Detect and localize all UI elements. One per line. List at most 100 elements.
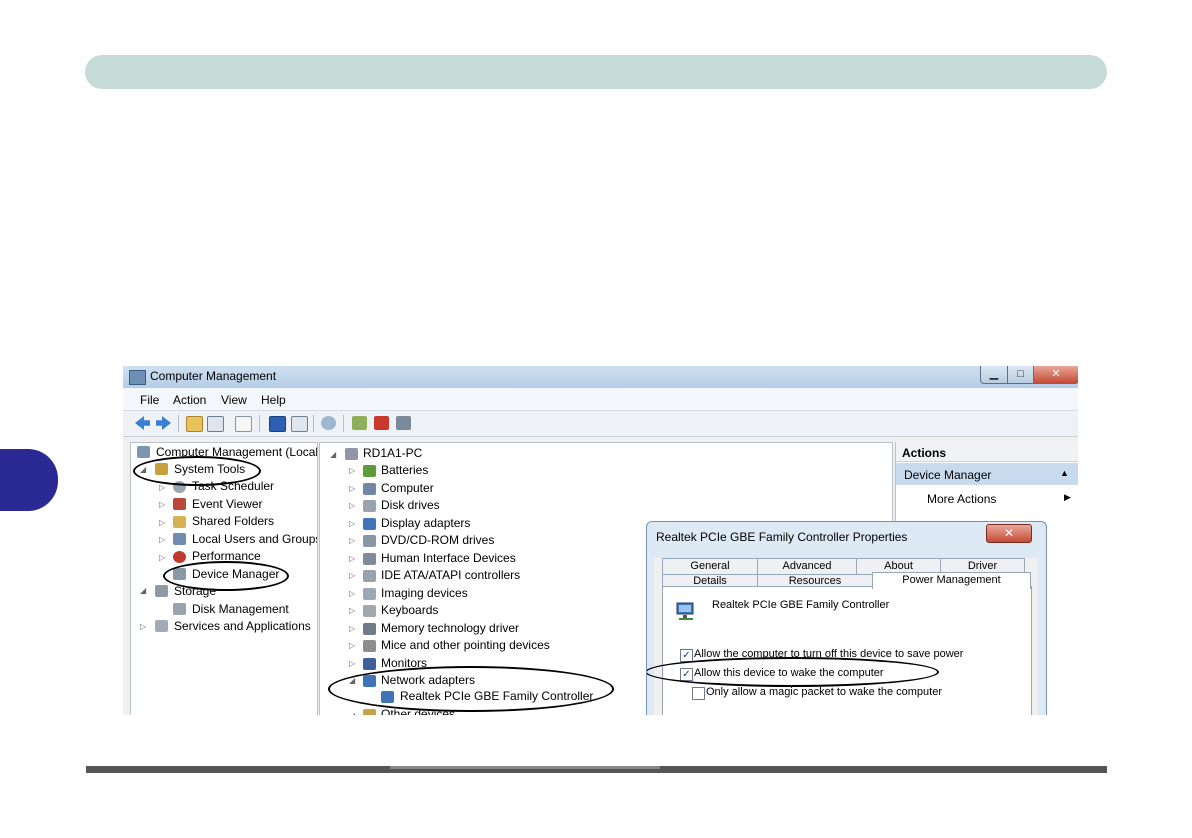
expand-arrow-icon[interactable]: ▷ bbox=[349, 659, 355, 668]
device-category-icon bbox=[363, 622, 376, 635]
device-category-item[interactable]: Computer bbox=[381, 481, 434, 495]
device-category-item[interactable]: Memory technology driver bbox=[381, 621, 519, 635]
expand-arrow-icon[interactable]: ▷ bbox=[349, 624, 355, 633]
properties-dialog: Realtek PCIe GBE Family Controller Prope… bbox=[646, 521, 1047, 715]
device-category-item[interactable]: Disk drives bbox=[381, 498, 440, 512]
device-category-icon bbox=[363, 517, 376, 530]
expand-arrow-icon[interactable]: ▷ bbox=[159, 483, 165, 492]
computer-icon bbox=[345, 448, 358, 460]
device-category-item[interactable]: Display adapters bbox=[381, 516, 470, 530]
minimize-button[interactable]: ▁ bbox=[980, 366, 1008, 384]
scan-hardware-icon[interactable] bbox=[321, 416, 336, 430]
tree-item-local-users-and-groups[interactable]: Local Users and Groups bbox=[192, 532, 317, 546]
storage-icon bbox=[155, 585, 168, 597]
window-title: Computer Management bbox=[150, 369, 277, 383]
up-folder-icon[interactable] bbox=[186, 416, 203, 432]
actions-header: Actions bbox=[896, 442, 1078, 462]
dialog-title: Realtek PCIe GBE Family Controller Prope… bbox=[656, 530, 908, 544]
dialog-body: General Advanced About Driver Details Re… bbox=[647, 558, 1038, 715]
device-category-icon bbox=[363, 482, 376, 495]
highlight-ellipse bbox=[647, 657, 939, 687]
computer-management-icon bbox=[137, 446, 150, 458]
device-category-item[interactable]: Batteries bbox=[381, 463, 428, 477]
menu-view[interactable]: View bbox=[221, 393, 247, 407]
tree-item-disk-management[interactable]: Disk Management bbox=[192, 602, 289, 616]
tab-general[interactable]: General bbox=[662, 558, 758, 574]
device-category-icon bbox=[363, 465, 376, 477]
show-hide-action-pane-icon[interactable] bbox=[291, 416, 308, 432]
menu-file[interactable]: File bbox=[140, 393, 159, 407]
toolbar-separator bbox=[313, 415, 314, 432]
update-driver-icon[interactable] bbox=[352, 416, 367, 430]
menu-action[interactable]: Action bbox=[173, 393, 206, 407]
expand-arrow-icon[interactable]: ▷ bbox=[349, 501, 355, 510]
expand-arrow-icon[interactable]: ▷ bbox=[349, 571, 355, 580]
tree-item-shared-folders[interactable]: Shared Folders bbox=[192, 514, 274, 528]
expand-arrow-icon[interactable]: ▷ bbox=[349, 554, 355, 563]
device-category-icon bbox=[363, 570, 376, 582]
submenu-arrow-icon[interactable]: ▶ bbox=[1064, 492, 1071, 503]
device-category-icon bbox=[363, 535, 376, 547]
expand-arrow-icon[interactable]: ▷ bbox=[159, 553, 165, 562]
title-bar[interactable]: Computer Management ▁ □ ✕ bbox=[123, 366, 1078, 388]
uninstall-icon[interactable] bbox=[374, 416, 389, 430]
maximize-button[interactable]: □ bbox=[1007, 366, 1034, 384]
actions-section-device-manager[interactable]: Device Manager ▲ bbox=[896, 463, 1078, 485]
menu-help[interactable]: Help bbox=[261, 393, 286, 407]
expand-arrow-icon[interactable]: ▷ bbox=[349, 641, 355, 650]
device-category-item[interactable]: IDE ATA/ATAPI controllers bbox=[381, 568, 520, 582]
expand-arrow-icon[interactable]: ▷ bbox=[349, 484, 355, 493]
toolbar-separator bbox=[259, 415, 260, 432]
toolbar bbox=[123, 411, 1078, 437]
footer-rule-accent bbox=[390, 766, 660, 769]
tab-power-management[interactable]: Power Management bbox=[872, 572, 1031, 589]
navigation-tree: Computer Management (Local ◢ System Tool… bbox=[130, 442, 318, 715]
tree-item-services-and-applications[interactable]: Services and Applications bbox=[174, 619, 311, 633]
expand-arrow-icon[interactable]: ▷ bbox=[140, 622, 146, 631]
device-name: Realtek PCIe GBE Family Controller bbox=[712, 599, 890, 611]
device-category-item[interactable]: Human Interface Devices bbox=[381, 551, 516, 565]
expand-arrow-icon[interactable]: ▷ bbox=[159, 518, 165, 527]
back-icon[interactable] bbox=[135, 416, 150, 430]
disk-management-icon bbox=[173, 603, 186, 615]
computer-management-window: Computer Management ▁ □ ✕ File Action Vi… bbox=[123, 366, 1078, 715]
toolbar-separator bbox=[178, 415, 179, 432]
collapse-arrow-icon[interactable]: ◢ bbox=[349, 711, 355, 715]
expand-arrow-icon[interactable]: ▷ bbox=[349, 519, 355, 528]
expand-arrow-icon[interactable]: ▷ bbox=[349, 589, 355, 598]
collapse-arrow-icon[interactable]: ◢ bbox=[330, 450, 336, 459]
collapse-arrow-icon[interactable]: ◢ bbox=[140, 586, 146, 595]
device-category-item[interactable]: DVD/CD-ROM drives bbox=[381, 533, 494, 547]
device-category-icon bbox=[363, 587, 376, 600]
collapse-caret-icon[interactable]: ▲ bbox=[1060, 468, 1069, 478]
other-devices-icon bbox=[363, 709, 376, 715]
expand-arrow-icon[interactable]: ▷ bbox=[159, 500, 165, 509]
computer-management-icon bbox=[129, 370, 146, 385]
show-hide-tree-icon[interactable] bbox=[207, 416, 224, 432]
more-actions-link[interactable]: More Actions bbox=[927, 492, 996, 506]
properties-icon[interactable] bbox=[235, 416, 252, 432]
expand-arrow-icon[interactable]: ▷ bbox=[159, 535, 165, 544]
disable-icon[interactable] bbox=[396, 416, 411, 430]
device-category-item[interactable]: Imaging devices bbox=[381, 586, 468, 600]
power-management-panel: Realtek PCIe GBE Family Controller ✓ All… bbox=[647, 586, 1032, 715]
device-category-item[interactable]: Keyboards bbox=[381, 603, 438, 617]
event-viewer-icon bbox=[173, 498, 186, 510]
services-icon bbox=[155, 620, 168, 632]
help-icon[interactable] bbox=[269, 416, 286, 432]
dialog-close-button[interactable]: ✕ bbox=[986, 524, 1032, 543]
device-category-item[interactable]: Mice and other pointing devices bbox=[381, 638, 550, 652]
forward-icon[interactable] bbox=[156, 416, 171, 430]
tree-item-event-viewer[interactable]: Event Viewer bbox=[192, 497, 262, 511]
highlight-ellipse bbox=[328, 666, 614, 712]
tab-advanced[interactable]: Advanced bbox=[757, 558, 857, 574]
expand-arrow-icon[interactable]: ▷ bbox=[349, 536, 355, 545]
checkbox-magic-packet[interactable] bbox=[692, 687, 705, 700]
toolbar-separator bbox=[343, 415, 344, 432]
device-tree-root[interactable]: RD1A1-PC bbox=[363, 446, 422, 460]
highlight-ellipse bbox=[163, 561, 289, 591]
expand-arrow-icon[interactable]: ▷ bbox=[349, 466, 355, 475]
expand-arrow-icon[interactable]: ▷ bbox=[349, 606, 355, 615]
close-button[interactable]: ✕ bbox=[1033, 366, 1078, 384]
device-category-icon bbox=[363, 500, 376, 512]
